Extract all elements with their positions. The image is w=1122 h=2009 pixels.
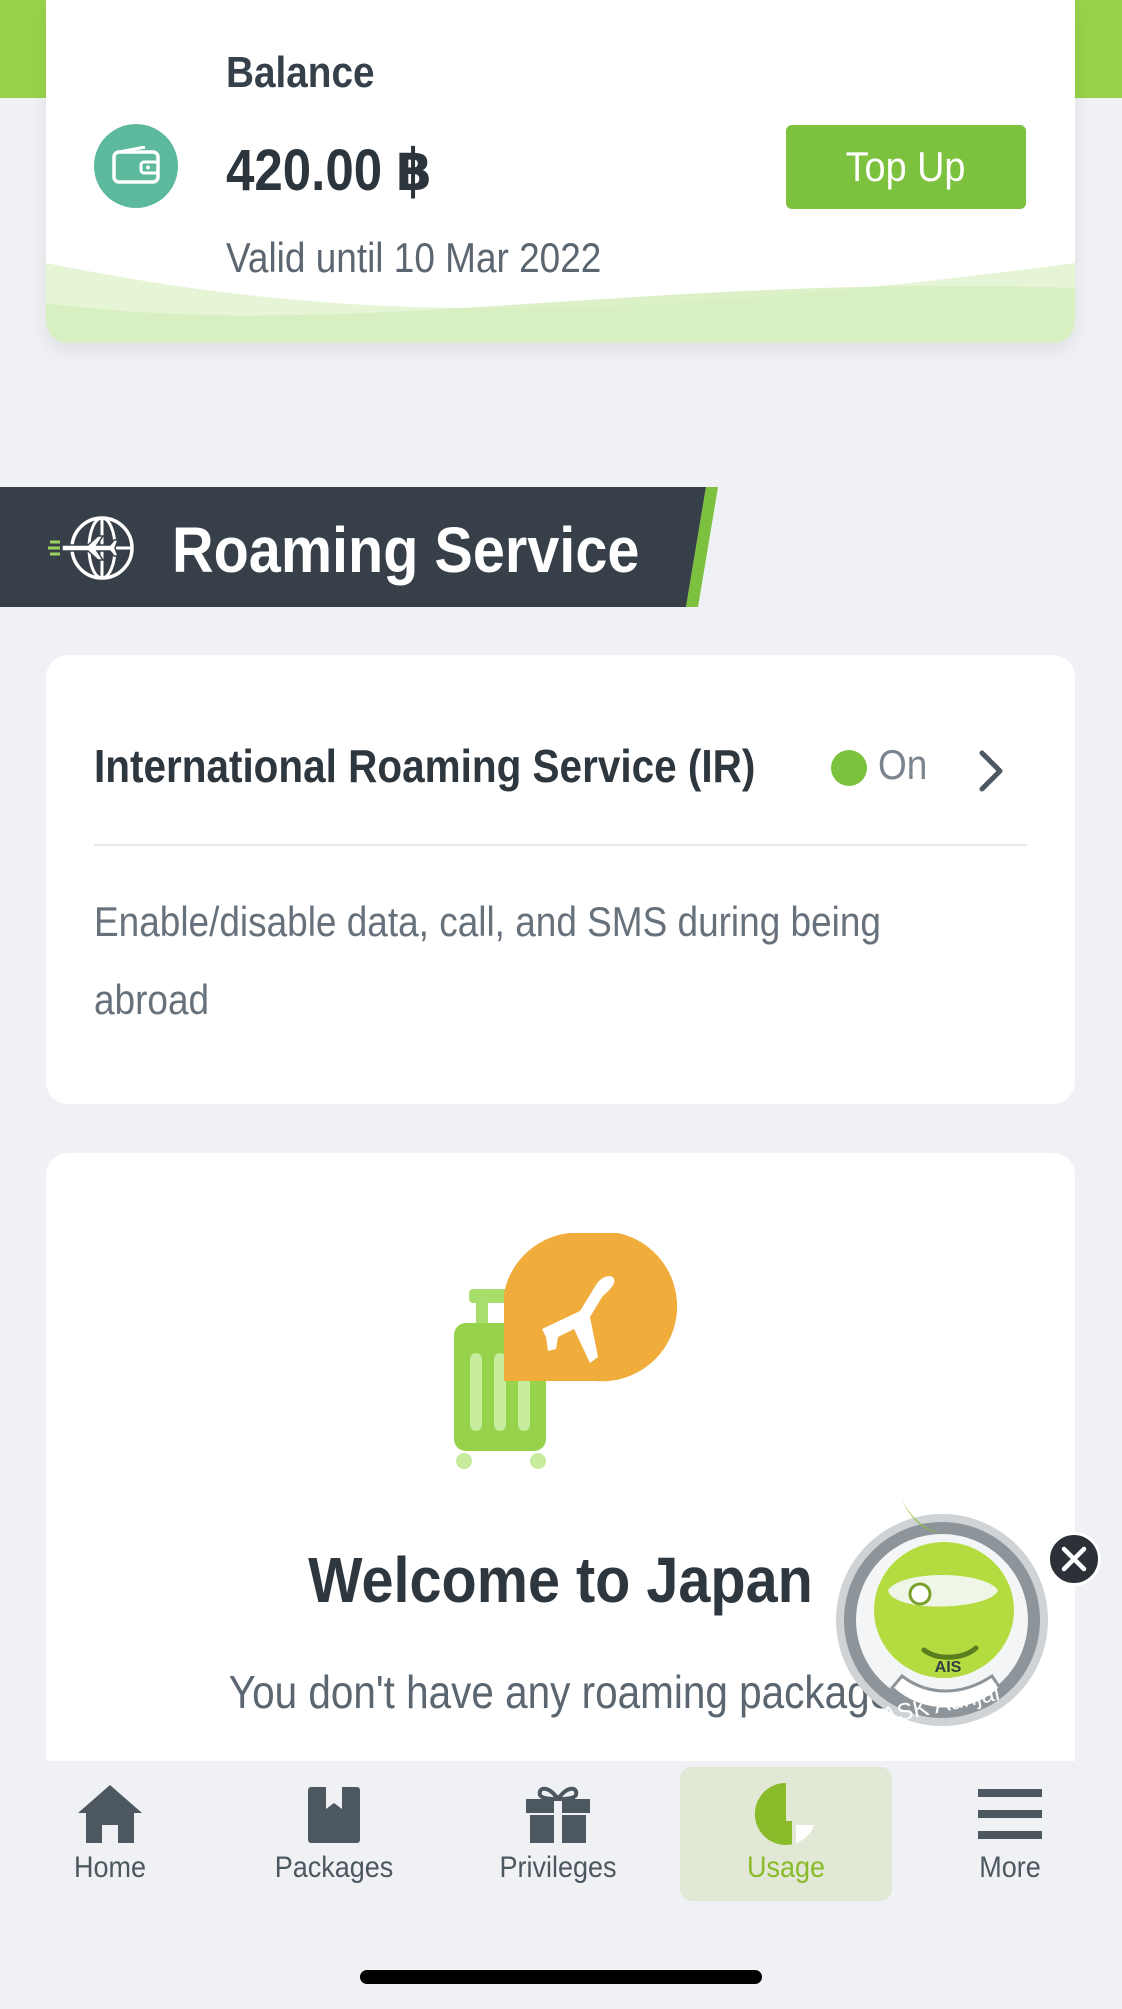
roaming-section-header: Roaming Service [0,487,720,607]
section-title: Roaming Service [172,514,640,586]
mascot-brand-text: AIS [935,1659,962,1676]
menu-icon [978,1789,1042,1839]
chevron-right-icon[interactable] [974,747,1008,795]
status-dot-icon [831,750,867,786]
balance-card: Balance 420.00 ฿ Valid until 10 Mar 2022… [46,0,1075,343]
tab-privileges[interactable]: Privileges [452,1767,664,1901]
home-indicator[interactable] [360,1970,762,1984]
close-icon [1061,1546,1087,1572]
ir-service-description: Enable/disable data, call, and SMS durin… [94,898,881,1023]
home-icon [78,1785,142,1843]
tab-packages[interactable]: Packages [228,1767,440,1901]
ir-service-title: International Roaming Service (IR) [94,740,756,792]
tab-label: Privileges [499,1851,617,1884]
tab-usage[interactable]: Usage [680,1767,892,1901]
gift-icon [526,1786,590,1843]
tab-label: Packages [274,1851,394,1884]
close-mascot-button[interactable] [1047,1532,1101,1586]
tab-home[interactable]: Home [4,1767,216,1901]
balance-label: Balance [226,48,375,97]
balance-amount: 420.00 ฿ [226,138,432,203]
ask-aunjai-mascot-button[interactable]: AIS ASK Aunjai [832,1490,1052,1730]
luggage-plane-illustration [454,1233,678,1469]
tab-more[interactable]: More [904,1767,1116,1901]
tab-label: Usage [746,1851,826,1884]
tab-label: Home [73,1851,147,1884]
ir-service-card[interactable]: International Roaming Service (IR) On En… [46,655,1075,1104]
wallet-icon [94,124,178,208]
tab-label: More [979,1851,1041,1884]
ir-status-text: On [878,741,928,788]
usage-pie-icon [754,1783,820,1845]
topup-button-label: Top Up [846,143,966,190]
topup-button[interactable]: Top Up [786,125,1026,209]
plane-globe-icon [48,516,134,580]
divider [94,844,1027,846]
packages-icon [308,1787,360,1843]
balance-valid-date: Valid until 10 Mar 2022 [226,234,602,281]
